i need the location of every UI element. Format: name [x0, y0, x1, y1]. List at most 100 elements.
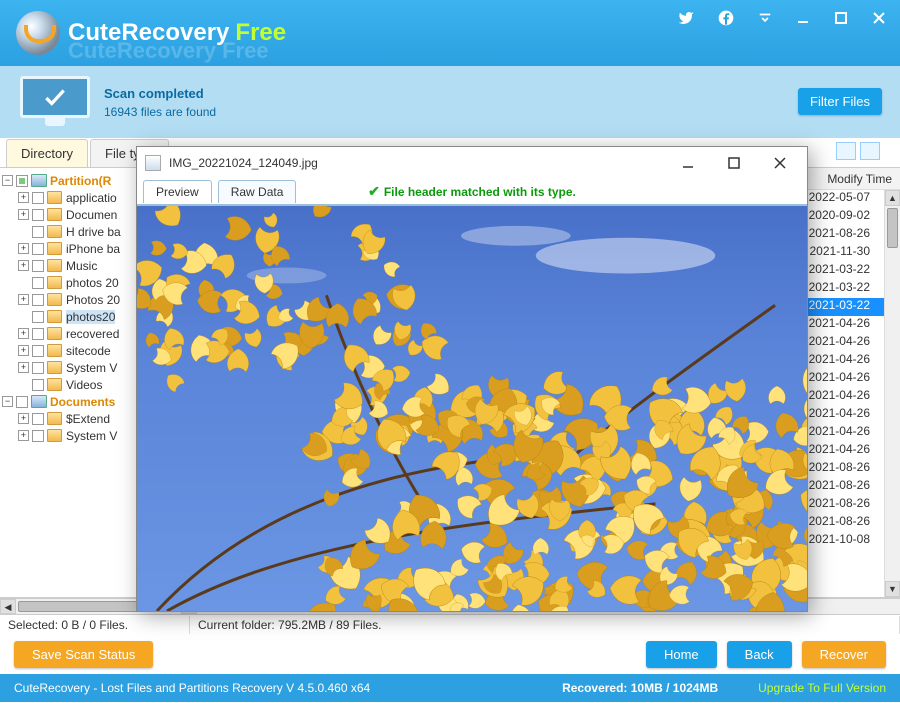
preview-minimize-icon[interactable]	[669, 150, 707, 176]
scroll-up-icon[interactable]: ▲	[885, 190, 900, 206]
expand-icon[interactable]: +	[18, 294, 29, 305]
scan-status-bar: Scan completed 16943 files are found Fil…	[0, 66, 900, 138]
tree-spacer	[18, 379, 29, 390]
expand-icon[interactable]: +	[18, 413, 29, 424]
monitor-check-icon	[20, 76, 90, 128]
upgrade-link[interactable]: Upgrade To Full Version	[758, 681, 886, 695]
tree-spacer	[18, 226, 29, 237]
tree-item[interactable]: System V	[66, 361, 117, 375]
expand-icon[interactable]: +	[18, 328, 29, 339]
folder-icon	[47, 412, 62, 425]
tree-checkbox[interactable]	[16, 175, 28, 187]
preview-titlebar[interactable]: IMG_20221024_124049.jpg	[137, 147, 807, 179]
tree-checkbox[interactable]	[32, 379, 44, 391]
preview-image	[137, 205, 807, 611]
tree-checkbox[interactable]	[32, 277, 44, 289]
tree-checkbox[interactable]	[32, 311, 44, 323]
folder-icon	[47, 344, 62, 357]
selected-status: Selected: 0 B / 0 Files.	[0, 616, 190, 634]
preview-tab-raw[interactable]: Raw Data	[218, 180, 297, 203]
action-row: Save Scan Status Home Back Recover	[0, 634, 900, 674]
maximize-icon[interactable]	[834, 11, 848, 30]
tree-item[interactable]: Photos 20	[66, 293, 120, 307]
tree-item[interactable]: Music	[66, 259, 97, 273]
tree-checkbox[interactable]	[32, 413, 44, 425]
tree-item[interactable]: applicatio	[66, 191, 117, 205]
folder-icon	[47, 378, 62, 391]
drive-icon	[31, 174, 47, 187]
expand-icon[interactable]: +	[18, 345, 29, 356]
vertical-scrollbar[interactable]: ▲ ▼	[884, 190, 900, 597]
folder-icon	[47, 191, 62, 204]
preview-file-icon	[145, 155, 161, 171]
folder-icon	[47, 429, 62, 442]
tree-root-documents[interactable]: Documents	[50, 395, 115, 409]
expand-icon[interactable]: +	[18, 430, 29, 441]
tree-item[interactable]: Videos	[66, 378, 102, 392]
tree-item[interactable]: photos 20	[66, 276, 119, 290]
folder-icon	[47, 242, 62, 255]
scan-status-text: Scan completed	[104, 86, 216, 101]
tree-checkbox[interactable]	[32, 209, 44, 221]
close-icon[interactable]	[872, 11, 886, 30]
recover-button[interactable]: Recover	[802, 641, 886, 668]
tree-checkbox[interactable]	[32, 345, 44, 357]
collapse-icon[interactable]: −	[2, 396, 13, 407]
preview-maximize-icon[interactable]	[715, 150, 753, 176]
dropdown-icon[interactable]	[758, 11, 772, 30]
footer-recovered: Recovered: 10MB / 1024MB	[562, 681, 718, 695]
twitter-icon[interactable]	[678, 10, 694, 31]
scroll-left-icon[interactable]: ◀	[0, 599, 16, 614]
scrollbar-thumb[interactable]	[18, 601, 148, 612]
drive-icon	[31, 395, 47, 408]
tree-checkbox[interactable]	[32, 294, 44, 306]
home-button[interactable]: Home	[646, 641, 717, 668]
tree-item[interactable]: $Extend	[66, 412, 110, 426]
expand-icon[interactable]: +	[18, 243, 29, 254]
tree-checkbox[interactable]	[32, 192, 44, 204]
expand-icon[interactable]: +	[18, 260, 29, 271]
tree-item[interactable]: recovered	[66, 327, 119, 341]
facebook-icon[interactable]	[718, 10, 734, 31]
tree-checkbox[interactable]	[32, 430, 44, 442]
folder-icon	[47, 293, 62, 306]
tree-item[interactable]: H drive ba	[66, 225, 121, 239]
tree-item[interactable]: photos20	[66, 310, 115, 324]
scroll-down-icon[interactable]: ▼	[885, 581, 900, 597]
tree-item[interactable]: iPhone ba	[66, 242, 120, 256]
filter-files-button[interactable]: Filter Files	[798, 88, 882, 115]
tree-item[interactable]: sitecode	[66, 344, 111, 358]
app-name-reflection: CuteRecovery Free	[68, 38, 269, 64]
title-bar: CuteRecovery Free CuteRecovery Free	[0, 0, 900, 66]
expand-icon[interactable]: +	[18, 362, 29, 373]
tree-checkbox[interactable]	[32, 260, 44, 272]
expand-icon[interactable]: +	[18, 192, 29, 203]
folder-icon	[47, 361, 62, 374]
grid-view-icon[interactable]	[836, 142, 856, 160]
tree-item[interactable]: System V	[66, 429, 117, 443]
preview-close-icon[interactable]	[761, 150, 799, 176]
tree-checkbox[interactable]	[32, 328, 44, 340]
folder-icon	[47, 327, 62, 340]
tree-checkbox[interactable]	[32, 362, 44, 374]
tree-root-partition[interactable]: Partition(R	[50, 174, 111, 188]
preview-tab-preview[interactable]: Preview	[143, 180, 212, 203]
back-button[interactable]: Back	[727, 641, 792, 668]
collapse-icon[interactable]: −	[2, 175, 13, 186]
tab-directory[interactable]: Directory	[6, 139, 88, 167]
minimize-icon[interactable]	[796, 11, 810, 30]
tree-checkbox[interactable]	[16, 396, 28, 408]
tree-checkbox[interactable]	[32, 243, 44, 255]
list-view-icon[interactable]	[860, 142, 880, 160]
app-logo-icon	[16, 11, 60, 55]
tree-checkbox[interactable]	[32, 226, 44, 238]
tree-item[interactable]: Documen	[66, 208, 117, 222]
folder-icon	[47, 310, 62, 323]
folder-icon	[47, 225, 62, 238]
folder-icon	[47, 208, 62, 221]
scrollbar-thumb[interactable]	[887, 208, 898, 248]
tree-spacer	[18, 311, 29, 322]
expand-icon[interactable]: +	[18, 209, 29, 220]
save-scan-status-button[interactable]: Save Scan Status	[14, 641, 153, 668]
current-folder-status: Current folder: 795.2MB / 89 Files.	[190, 616, 900, 634]
